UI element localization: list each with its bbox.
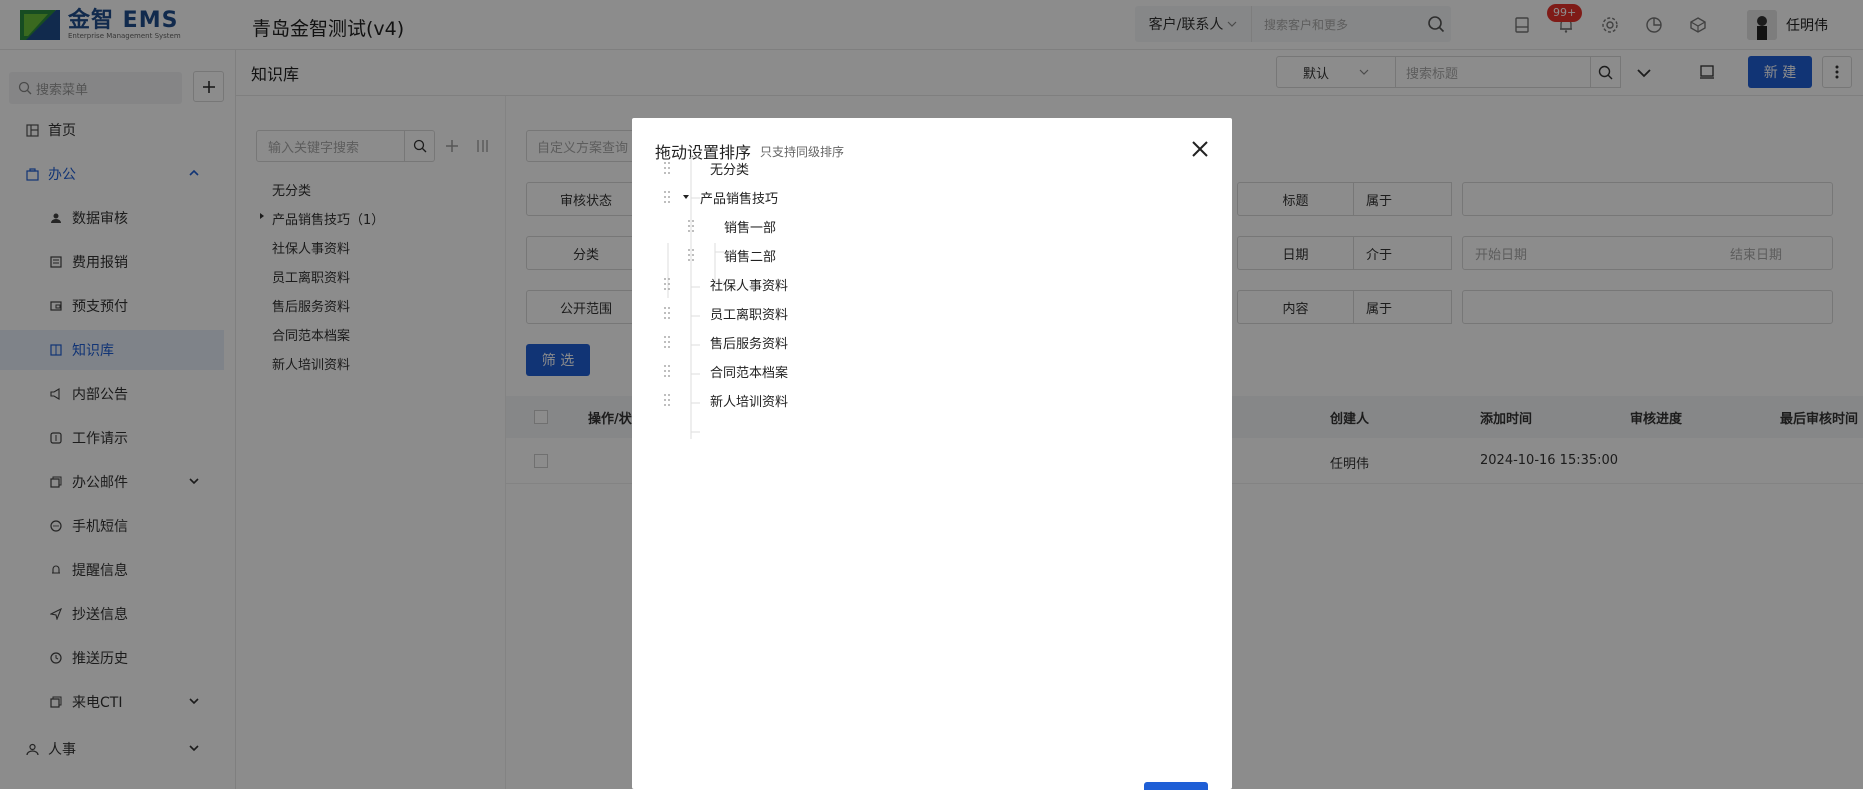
sort-item-label: 无分类 — [710, 162, 750, 178]
sort-item-sales-dept-1[interactable]: 销售一部 — [686, 215, 776, 237]
sort-item-label: 销售一部 — [724, 220, 777, 236]
drag-handle-icon[interactable] — [662, 306, 672, 320]
drag-handle-icon[interactable] — [662, 277, 672, 291]
sort-item-label: 合同范本档案 — [710, 365, 789, 381]
sort-item-training[interactable]: 新人培训资料 — [662, 389, 788, 411]
drag-handle-icon[interactable] — [662, 161, 672, 175]
sort-item-resignation[interactable]: 员工离职资料 — [662, 302, 788, 324]
sort-item-label: 新人培训资料 — [710, 394, 789, 410]
sort-item-contracts[interactable]: 合同范本档案 — [662, 360, 788, 382]
drag-handle-icon[interactable] — [686, 248, 696, 262]
sort-item-sales-dept-2[interactable]: 销售二部 — [686, 244, 776, 266]
sort-item-label: 社保人事资料 — [710, 278, 789, 294]
drag-handle-icon[interactable] — [662, 393, 672, 407]
drag-handle-icon[interactable] — [686, 219, 696, 233]
drag-handle-icon[interactable] — [662, 364, 672, 378]
sort-item-label: 售后服务资料 — [710, 336, 789, 352]
sort-item-label: 产品销售技巧 — [700, 191, 779, 207]
sort-item-sales-skills[interactable]: 产品销售技巧 — [662, 186, 778, 208]
sort-item-social-security[interactable]: 社保人事资料 — [662, 273, 788, 295]
caret-down-icon[interactable] — [682, 193, 690, 201]
drag-handle-icon[interactable] — [662, 190, 672, 204]
sort-modal: 拖动设置排序 只支持同级排序 无分类 产品销售技巧 销售一部 销售二部 社保人事… — [632, 118, 1232, 790]
sort-item-uncategorized[interactable]: 无分类 — [662, 157, 749, 179]
sort-item-label: 销售二部 — [724, 249, 777, 265]
sort-item-after-sales[interactable]: 售后服务资料 — [662, 331, 788, 353]
drag-handle-icon[interactable] — [662, 335, 672, 349]
sort-item-label: 员工离职资料 — [710, 307, 789, 323]
